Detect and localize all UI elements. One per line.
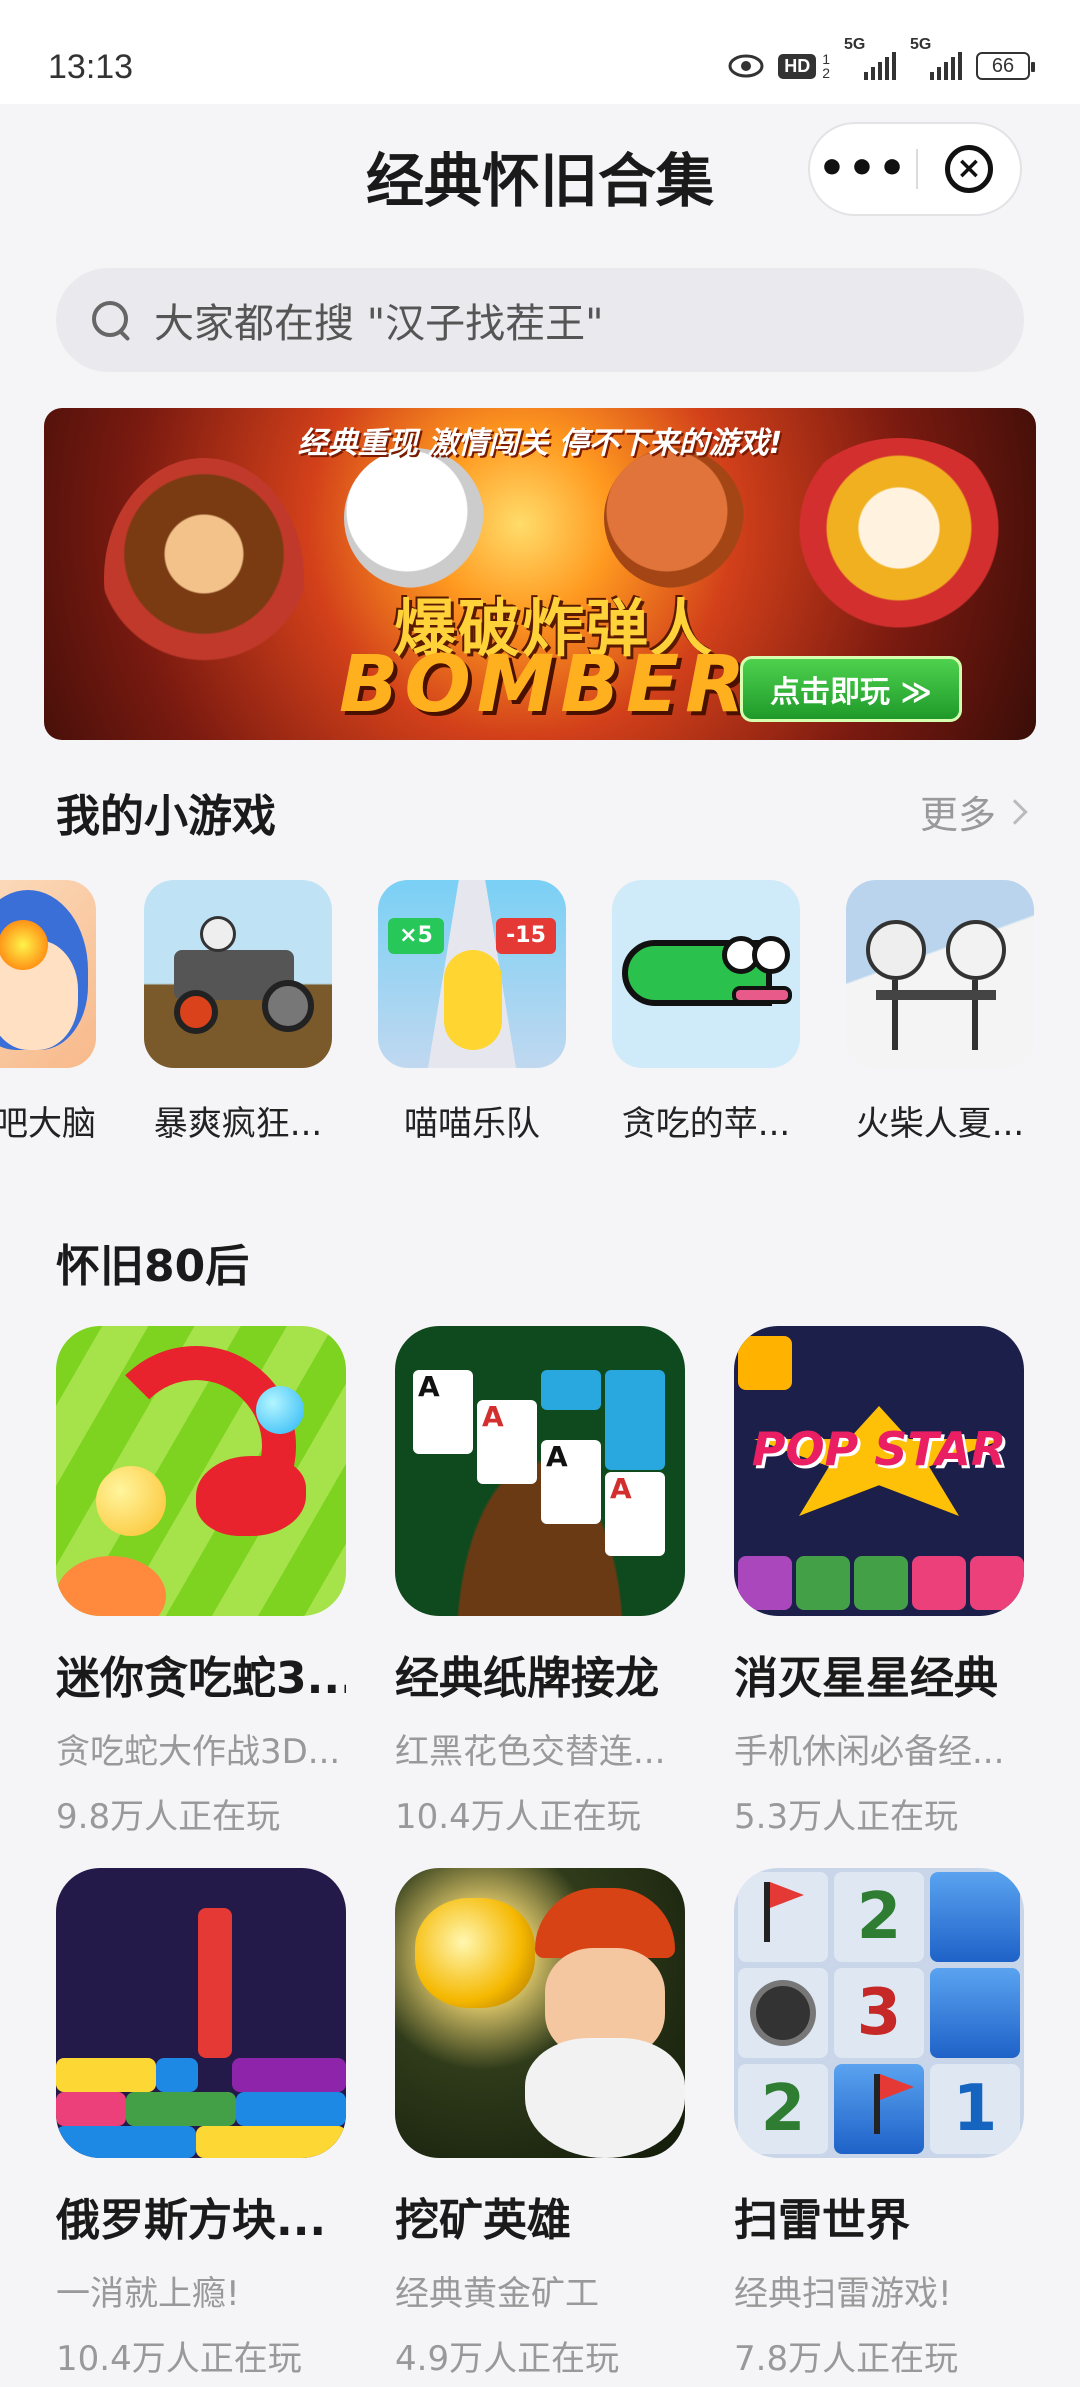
- mine-count: 1: [930, 2064, 1020, 2154]
- game-plays: 4.9万人正在玩: [395, 2339, 620, 2379]
- my-game-item[interactable]: 贪吃的苹...: [612, 880, 800, 1140]
- my-game-item[interactable]: ×5 -15 喵喵乐队: [378, 880, 566, 1140]
- game-card[interactable]: 挖矿英雄 经典黄金矿工 4.9万人正在玩: [395, 1868, 685, 2380]
- tetris-game-icon: [56, 1868, 346, 2158]
- solitaire-game-icon: A A A A: [395, 1326, 685, 1616]
- my-game-item[interactable]: 吧大脑: [0, 880, 96, 1140]
- miniprogram-capsule: ••• ×: [808, 122, 1022, 216]
- game-plays: 5.3万人正在玩: [734, 1797, 959, 1837]
- status-bar: 13:13 HD 12 5G 5G 66: [0, 0, 1080, 104]
- retro-heading: 怀旧80后: [56, 1241, 250, 1292]
- banner-subtitle: BOMBER: [339, 640, 752, 730]
- card: A: [477, 1400, 537, 1484]
- search-bar[interactable]: 大家都在搜 "汉子找茬王": [56, 268, 1024, 372]
- game-card[interactable]: 2 3 2 1 扫雷世界 经典扫雷游戏! 7.8万人正在玩: [734, 1868, 1024, 2380]
- more-options-button[interactable]: •••: [810, 147, 916, 191]
- game-name: 挖矿英雄: [395, 2195, 571, 2246]
- popstar-logo: POP STAR: [751, 1422, 1007, 1476]
- hd-voice-icon: HD: [778, 53, 817, 79]
- card: A: [413, 1370, 473, 1454]
- game-plays: 10.4万人正在玩: [395, 1797, 641, 1837]
- monkey-hero-art: [104, 458, 304, 698]
- lion-dance-art: [784, 438, 1014, 638]
- stickman-game-icon: [846, 880, 1034, 1068]
- my-games-heading: 我的小游戏: [56, 791, 276, 842]
- game-desc: 经典扫雷游戏!: [734, 2274, 952, 2314]
- game-card[interactable]: A A A A 经典纸牌接龙 红黑花色交替连... 10.4万人正在玩: [395, 1326, 685, 1838]
- white-bomber-art: [344, 448, 484, 588]
- minus-tag: -15: [496, 918, 556, 954]
- status-icons: HD 12 5G 5G 66: [728, 36, 1035, 81]
- more-games-link[interactable]: 更多: [919, 784, 1028, 839]
- game-name: 经典纸牌接龙: [395, 1653, 659, 1704]
- game-desc: 红黑花色交替连...: [395, 1732, 666, 1772]
- title-bar: 经典怀旧合集 ••• ×: [0, 104, 1080, 234]
- game-desc: 经典黄金矿工: [395, 2274, 599, 2314]
- mine-count: 2: [738, 2064, 828, 2154]
- card: A: [605, 1472, 665, 1556]
- snake-game-icon: [56, 1326, 346, 1616]
- mining-hero-game-icon: [395, 1868, 685, 2158]
- promo-banner[interactable]: 经典重现 激情闯关 停不下来的游戏! 爆破炸弹人 BOMBER 点击即玩 ≫: [44, 408, 1036, 740]
- multiplier-tag: ×5: [388, 918, 444, 954]
- crazy-car-game-icon: [144, 880, 332, 1068]
- banner-tagline: 经典重现 激情闯关 停不下来的游戏!: [297, 426, 783, 461]
- game-desc: 贪吃蛇大作战3D...: [56, 1732, 341, 1772]
- search-placeholder: 大家都在搜 "汉子找茬王": [154, 301, 604, 347]
- play-now-button[interactable]: 点击即玩 ≫: [740, 656, 962, 722]
- game-card[interactable]: POP STAR 消灭星星经典 手机休闲必备经... 5.3万人正在玩: [734, 1326, 1024, 1838]
- battery-icon: 66: [976, 52, 1035, 80]
- signal-2-icon: 5G: [910, 36, 962, 80]
- my-game-item[interactable]: 火柴人夏...: [846, 880, 1034, 1140]
- mine-count: 2: [834, 1872, 924, 1962]
- my-game-label: 火柴人夏...: [855, 1104, 1025, 1140]
- my-games-row: 吧大脑 暴爽疯狂... ×5 -15 喵喵乐队 贪吃的苹... 火柴人夏...: [0, 880, 1080, 1140]
- game-desc: 手机休闲必备经...: [734, 1732, 1005, 1772]
- brain-game-icon: [0, 880, 96, 1068]
- game-name: 俄罗斯方块...: [56, 2195, 327, 2246]
- game-plays: 7.8万人正在玩: [734, 2339, 959, 2379]
- eye-icon: [728, 54, 764, 78]
- sim-indicator: 12: [822, 51, 830, 81]
- game-plays: 9.8万人正在玩: [56, 1797, 281, 1837]
- my-game-label: 喵喵乐队: [404, 1104, 540, 1140]
- more-link-label: 更多: [919, 793, 996, 837]
- my-game-label: 贪吃的苹...: [621, 1104, 791, 1140]
- cat-band-game-icon: ×5 -15: [378, 880, 566, 1068]
- status-time: 13:13: [48, 48, 134, 86]
- my-game-label: 暴爽疯狂...: [153, 1104, 323, 1140]
- game-name: 扫雷世界: [734, 2195, 910, 2246]
- popstar-game-icon: POP STAR: [734, 1326, 1024, 1616]
- game-name: 消灭星星经典: [734, 1653, 998, 1704]
- close-icon: ×: [945, 145, 993, 193]
- card: A: [541, 1440, 601, 1524]
- close-button[interactable]: ×: [918, 145, 1020, 193]
- my-game-label: 吧大脑: [0, 1104, 96, 1140]
- my-game-item[interactable]: 暴爽疯狂...: [144, 880, 332, 1140]
- mine-count: 3: [834, 1968, 924, 2058]
- chevron-right-icon: [1002, 798, 1028, 825]
- game-desc: 一消就上瘾!: [56, 2274, 240, 2314]
- minesweeper-game-icon: 2 3 2 1: [734, 1868, 1024, 2158]
- game-card[interactable]: 迷你贪吃蛇3... 贪吃蛇大作战3D... 9.8万人正在玩: [56, 1326, 346, 1838]
- red-bomber-art: [604, 448, 744, 588]
- game-plays: 10.4万人正在玩: [56, 2339, 302, 2379]
- game-card[interactable]: 俄罗斯方块... 一消就上瘾! 10.4万人正在玩: [56, 1868, 346, 2380]
- greedy-snake-game-icon: [612, 880, 800, 1068]
- signal-1-icon: 5G: [844, 36, 896, 80]
- search-icon: [90, 299, 132, 341]
- game-name: 迷你贪吃蛇3...: [56, 1653, 346, 1704]
